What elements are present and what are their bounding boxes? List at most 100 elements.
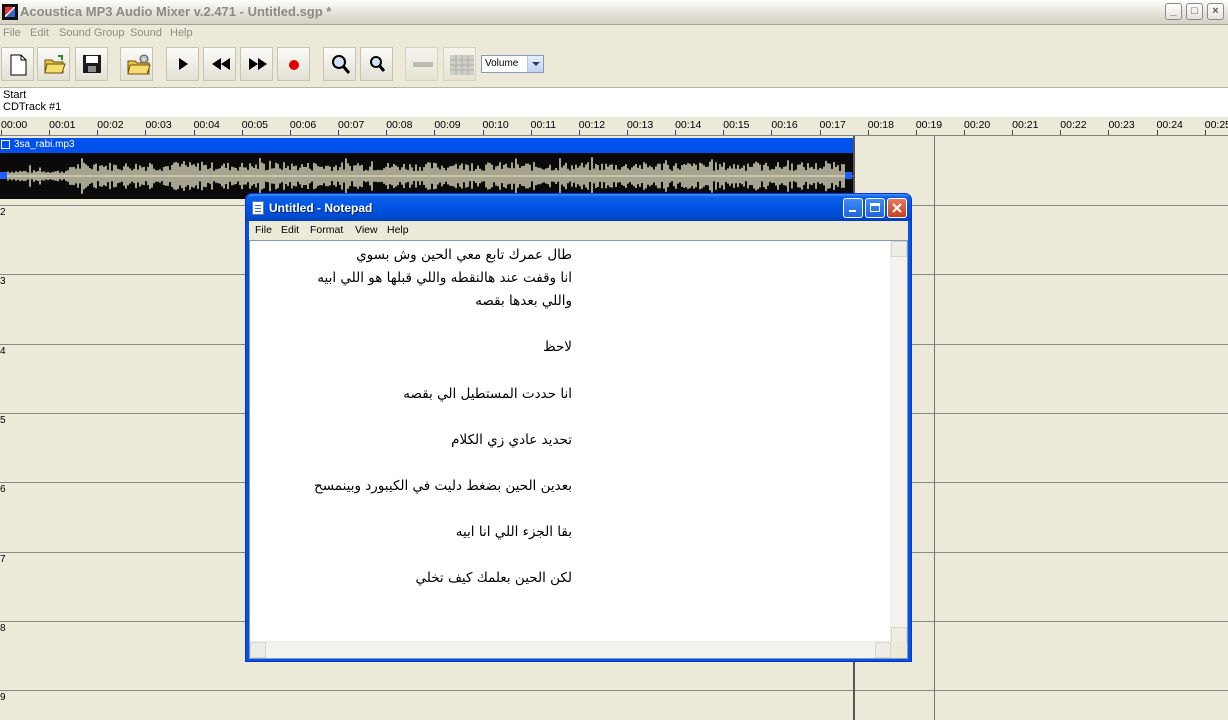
track-number: 3 (0, 276, 6, 288)
notepad-menu-view[interactable]: View (355, 224, 378, 236)
ruler-tick: 00:24 (1156, 119, 1183, 135)
ruler-tick: 00:23 (1108, 119, 1135, 135)
open-folder-icon (44, 55, 66, 74)
ruler-tick: 00:02 (97, 119, 124, 135)
rewind-button[interactable] (203, 47, 236, 81)
ruler-tick: 00:04 (193, 119, 220, 135)
menu-bar: File Edit Sound Group Sound Help (0, 25, 1228, 43)
notepad-menu-edit[interactable]: Edit (281, 224, 299, 236)
fast-forward-button[interactable] (240, 47, 273, 81)
close-button[interactable]: × (1207, 3, 1224, 20)
minimize-button[interactable]: _ (1165, 3, 1182, 20)
clip-start-handle[interactable] (0, 172, 7, 179)
scroll-corner (891, 642, 907, 658)
track-number: 7 (0, 553, 6, 565)
track-number: 9 (0, 692, 6, 704)
ruler-tick: 00:05 (241, 119, 269, 135)
open-button[interactable] (37, 47, 70, 81)
zoom-out-button[interactable] (360, 47, 393, 81)
menu-file[interactable]: File (3, 27, 21, 39)
ruler-tick: 00:15 (723, 119, 750, 135)
menu-sound-group[interactable]: Sound Group (59, 27, 124, 39)
scroll-right-icon[interactable] (875, 642, 891, 658)
ruler-tick: 00:22 (1060, 119, 1087, 135)
notepad-menu-file[interactable]: File (255, 224, 272, 236)
menu-edit[interactable]: Edit (30, 27, 49, 39)
grid-icon (450, 55, 474, 75)
scroll-down-icon[interactable] (891, 627, 907, 643)
ruler-tick: 00:03 (145, 119, 172, 135)
ruler-tick: 00:01 (49, 119, 76, 135)
vertical-scrollbar[interactable] (890, 241, 907, 643)
track-header: Start CDTrack #1 (0, 88, 1228, 116)
grid-button[interactable] (443, 47, 476, 81)
menu-sound[interactable]: Sound (130, 27, 162, 39)
open-cd-button[interactable] (120, 47, 153, 81)
notepad-minimize-button[interactable] (843, 198, 863, 218)
clip-end-handle[interactable] (845, 172, 852, 179)
ruler-tick: 00:10 (482, 119, 509, 135)
ruler-tick: 00:00 (1, 119, 28, 135)
track-number: 5 (0, 414, 6, 426)
ruler-tick: 00:14 (675, 119, 702, 135)
minimize-icon (849, 210, 856, 212)
ruler-tick: 00:13 (626, 119, 654, 135)
audio-clip-header[interactable]: 3sa_rabi.mp3 (0, 138, 854, 153)
bar-icon (413, 62, 433, 67)
rewind-icon (212, 58, 230, 70)
chevron-down-icon[interactable] (527, 56, 543, 72)
notepad-title: Untitled - Notepad (269, 201, 373, 215)
app-title-bar: Acoustica MP3 Audio Mixer v.2.471 - Unti… (0, 0, 1228, 25)
time-ruler[interactable]: 00:00 00:01 00:02 00:03 00:04 00:05 00:06 00:07… (0, 117, 1228, 136)
notepad-text-area[interactable]: طال عمرك تابع معي الحين وش بسوي انا وقفت… (249, 240, 908, 659)
notepad-title-bar[interactable]: Untitled - Notepad (246, 194, 911, 221)
disabled-tool-button[interactable] (405, 47, 438, 81)
notepad-menu-help[interactable]: Help (387, 224, 409, 236)
ruler-tick: 00:25 (1204, 119, 1228, 135)
toolbar (0, 43, 1228, 88)
ruler-tick: 00:07 (338, 119, 365, 135)
notepad-close-button[interactable] (887, 198, 907, 218)
ruler-tick: 00:08 (386, 119, 413, 135)
notepad-maximize-button[interactable] (865, 198, 885, 218)
play-icon (179, 58, 188, 70)
zoom-in-button[interactable] (323, 47, 356, 81)
app-icon[interactable] (2, 4, 18, 20)
open-folder-cd-icon (127, 54, 151, 75)
notepad-menu-bar: File Edit Format View Help (249, 221, 908, 240)
play-button[interactable] (166, 47, 199, 81)
record-icon (289, 60, 299, 70)
clip-name: 3sa_rabi.mp3 (14, 139, 75, 150)
volume-dropdown[interactable]: Volume (481, 55, 544, 73)
track-divider (0, 690, 1228, 692)
track-number: 8 (0, 622, 6, 634)
fast-forward-icon (249, 58, 267, 70)
ruler-tick: 00:06 (289, 119, 317, 135)
track-number: 4 (0, 345, 6, 357)
ruler-tick: 00:12 (578, 119, 606, 135)
record-button[interactable] (277, 47, 310, 81)
new-file-button[interactable] (1, 47, 34, 81)
new-file-icon (10, 54, 27, 76)
maximize-button[interactable]: □ (1186, 3, 1203, 20)
notepad-icon[interactable] (252, 201, 264, 215)
menu-help[interactable]: Help (170, 27, 193, 39)
notepad-text[interactable]: طال عمرك تابع معي الحين وش بسوي انا وقفت… (250, 244, 572, 590)
cd-track-label: CDTrack #1 (3, 101, 62, 113)
ruler-tick: 00:17 (819, 119, 846, 135)
scroll-up-icon[interactable] (891, 241, 907, 257)
close-icon (892, 203, 902, 213)
notepad-menu-format[interactable]: Format (310, 224, 343, 236)
ruler-tick: 00:20 (964, 119, 991, 135)
magnifier-small-icon (370, 56, 386, 72)
ruler-tick: 00:16 (771, 119, 798, 135)
app-title: Acoustica MP3 Audio Mixer v.2.471 - Unti… (20, 4, 332, 19)
clip-icon (1, 140, 10, 149)
horizontal-scrollbar[interactable] (250, 641, 891, 658)
scroll-left-icon[interactable] (250, 642, 266, 658)
save-button[interactable] (75, 47, 108, 81)
ruler-tick: 00:11 (530, 119, 557, 135)
notepad-window: Untitled - Notepad File Edit Format View… (245, 193, 912, 662)
ruler-tick: 00:19 (915, 119, 943, 135)
maximize-icon (870, 203, 880, 212)
